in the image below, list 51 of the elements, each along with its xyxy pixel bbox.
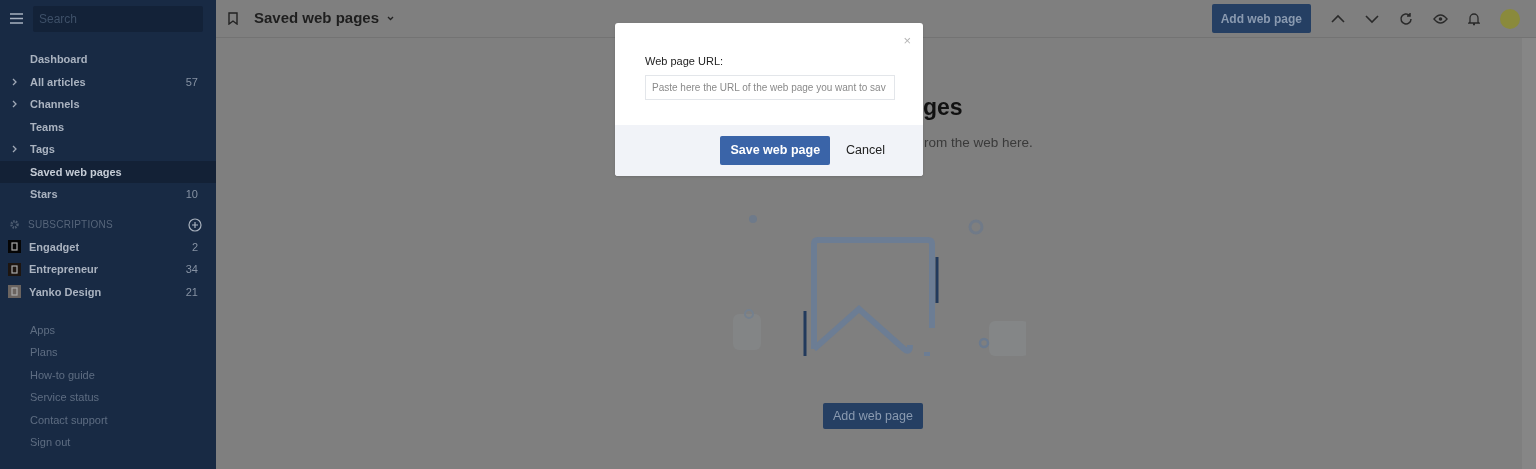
sidebar-item[interactable]: Teams xyxy=(0,115,216,138)
empty-state-text: rom the web here. xyxy=(924,134,1033,152)
feed-logo-icon xyxy=(8,285,21,299)
item-count: 10 xyxy=(185,187,198,202)
feed-name: Yanko Design xyxy=(29,284,103,300)
menu-icon[interactable] xyxy=(10,13,23,24)
sidebar-label: Tags xyxy=(30,142,56,157)
cancel-button[interactable]: Cancel xyxy=(846,141,885,160)
save-web-page-button[interactable]: Save web page xyxy=(720,136,831,165)
sidebar-label: Stars xyxy=(30,187,59,202)
url-input-field[interactable]: Paste here the URL of the web page you want to sav xyxy=(645,74,895,100)
sidebar-item[interactable]: Dashboard xyxy=(0,48,216,71)
feed-item[interactable]: Yanko Design 21 xyxy=(0,280,216,303)
sidebar-item[interactable]: Stars 10 xyxy=(0,183,216,206)
bookmark-icon xyxy=(228,12,238,25)
item-count: 21 xyxy=(185,284,198,300)
feed-name: Entrepreneur xyxy=(29,262,100,277)
sidebar-label: Channels xyxy=(30,97,81,112)
add-web-page-button[interactable]: Add web page xyxy=(823,403,923,429)
sidebar-label: Teams xyxy=(30,119,66,135)
item-count: 57 xyxy=(185,74,198,90)
sidebar-item[interactable]: Channels xyxy=(0,93,216,116)
url-label: Web page URL: xyxy=(645,54,725,69)
bell-icon[interactable] xyxy=(1468,11,1480,26)
sidebar-item[interactable]: All articles 57 xyxy=(0,70,216,93)
caret-icon[interactable] xyxy=(387,16,395,21)
refresh-icon[interactable] xyxy=(1399,11,1413,26)
expand-chevron[interactable] xyxy=(12,77,18,86)
chevron-down-icon[interactable] xyxy=(1365,13,1379,24)
sidebar-item[interactable]: Saved web pages xyxy=(0,160,216,183)
feed-logo-icon xyxy=(8,262,21,276)
sidebar-label: All articles xyxy=(30,74,87,90)
sidebar-label: Dashboard xyxy=(30,52,89,67)
sidebar-label: Saved web pages xyxy=(30,164,123,180)
settings-icon[interactable] xyxy=(9,219,20,230)
eye-icon[interactable] xyxy=(1433,13,1448,24)
item-count: 2 xyxy=(191,239,198,255)
expand-chevron[interactable] xyxy=(12,100,18,109)
feed-logo-icon xyxy=(8,240,21,254)
chevron-up-icon[interactable] xyxy=(1331,13,1345,24)
section-heading: SUBSCRIPTIONS xyxy=(28,218,114,232)
add-icon[interactable] xyxy=(188,217,202,232)
feed-item[interactable]: Entrepreneur 34 xyxy=(0,258,216,281)
sidebar-item[interactable]: Tags xyxy=(0,138,216,161)
feed-name: Engadget xyxy=(29,239,81,255)
feed-item[interactable]: Engadget 2 xyxy=(0,235,216,258)
item-count: 34 xyxy=(185,262,198,277)
empty-state-heading: ges xyxy=(923,93,963,122)
page-title[interactable]: Saved web pages xyxy=(254,7,380,30)
add-web-page-button[interactable]: Add web page xyxy=(1211,4,1311,33)
expand-chevron[interactable] xyxy=(12,145,18,154)
